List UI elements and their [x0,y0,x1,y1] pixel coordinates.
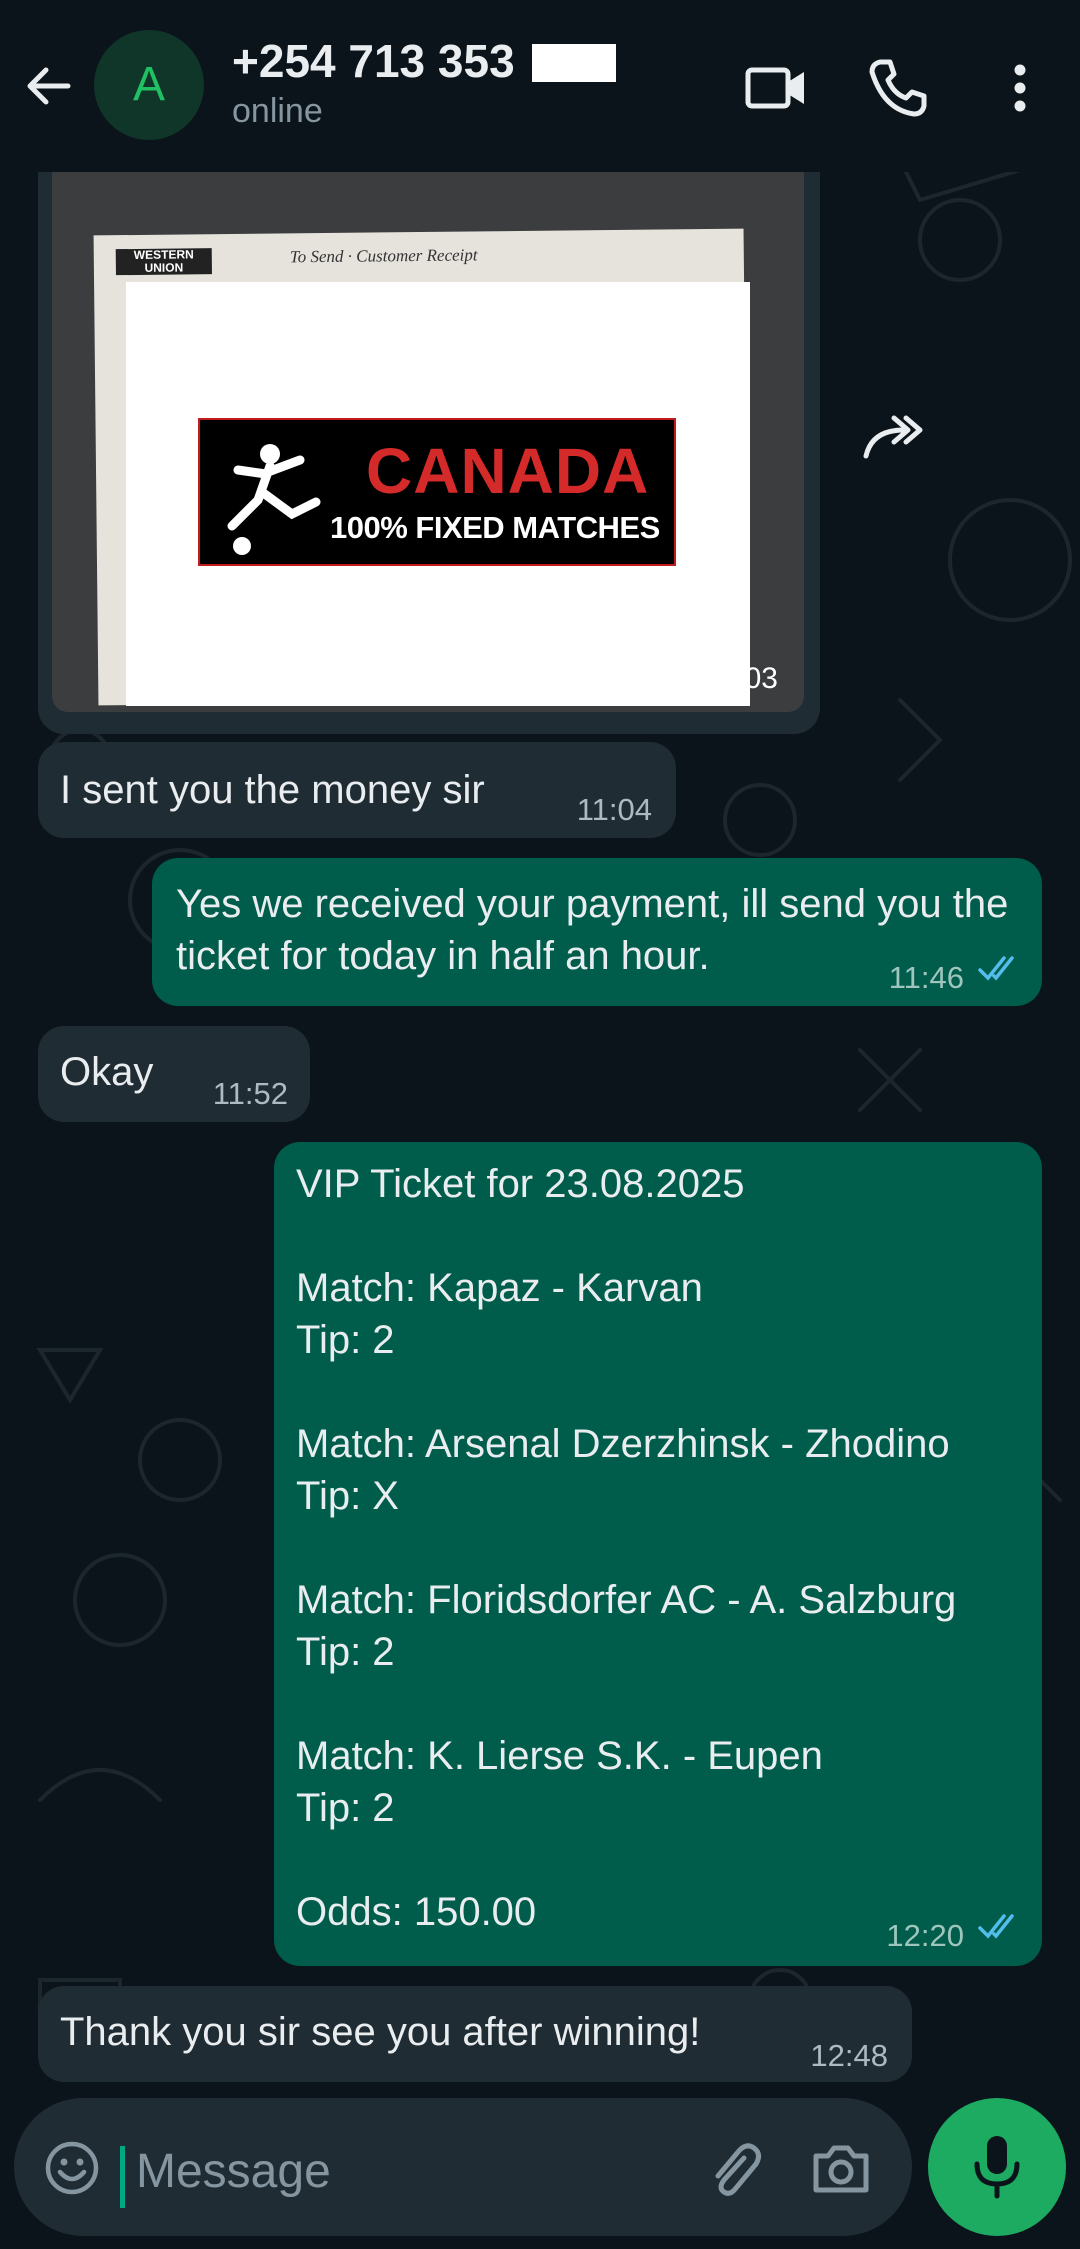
read-ticks-icon [978,1914,1014,1939]
forward-icon[interactable] [858,402,928,472]
overlay-card: CANADA 100% FIXED MATCHES [126,282,750,706]
receipt-caption: To Send · Customer Receipt [289,245,478,267]
message-time: 11:46 [888,960,964,995]
message-text: Thank you sir see you after winning! [60,2010,701,2054]
incoming-message[interactable]: I sent you the money sir 11:04 [38,742,676,838]
banner-subtitle: 100% FIXED MATCHES [330,510,660,545]
mic-icon [974,2136,1020,2199]
phone-icon[interactable] [866,56,930,120]
emoji-icon[interactable] [44,2140,100,2196]
camera-icon[interactable] [810,2138,872,2198]
paperclip-icon[interactable] [704,2138,764,2198]
contact-status: online [232,92,323,130]
message-image[interactable]: WESTERN UNION To Send · Customer Receipt… [52,172,804,712]
video-call-icon[interactable] [744,56,808,120]
redaction-box [532,44,616,82]
message-time: 11:04 [576,792,652,827]
voice-record-button[interactable] [928,2098,1066,2236]
message-text: Okay [60,1050,154,1094]
avatar[interactable]: A [94,30,204,140]
western-union-logo: WESTERN UNION [115,247,212,276]
soccer-player-icon [227,444,321,555]
image-message[interactable]: WESTERN UNION To Send · Customer Receipt… [38,172,820,734]
banner-title: CANADA [366,435,650,507]
message-input-bar[interactable]: Message [14,2098,912,2236]
message-time: 11:52 [212,1076,288,1111]
more-vert-icon[interactable] [988,56,1052,120]
incoming-message[interactable]: Okay 11:52 [38,1026,310,1122]
read-ticks-icon [978,956,1014,981]
outgoing-message[interactable]: Yes we received your payment, ill send y… [152,858,1042,1006]
message-time: 12:20 [886,1918,964,1953]
incoming-message[interactable]: Thank you sir see you after winning! 12:… [38,1986,912,2082]
contact-name[interactable]: +254 713 353 [232,34,515,88]
chat-header: A +254 713 353 online [0,0,1080,172]
message-time: 12:48 [810,2038,888,2073]
promo-banner: CANADA 100% FIXED MATCHES [198,418,676,566]
message-text: I sent you the money sir [60,768,485,812]
arrow-left-icon[interactable] [18,56,78,116]
message-input[interactable]: Message [136,2144,331,2199]
message-text: VIP Ticket for 23.08.2025 Match: Kapaz -… [296,1162,957,1934]
text-cursor [120,2146,125,2208]
message-time: 11:03 [705,662,778,695]
outgoing-message[interactable]: VIP Ticket for 23.08.2025 Match: Kapaz -… [274,1142,1042,1966]
